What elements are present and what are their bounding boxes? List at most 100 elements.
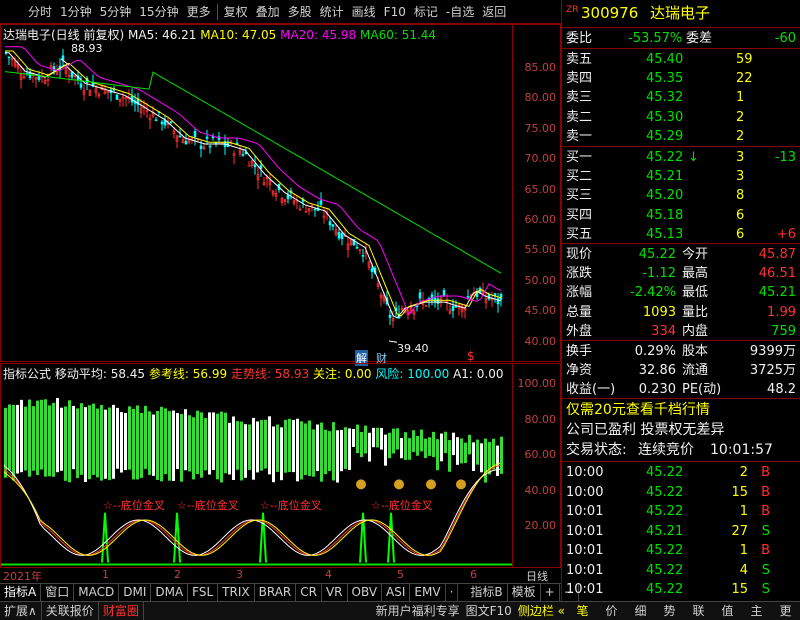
indicator-tab-3[interactable]: DMI — [119, 584, 152, 601]
tick-time: 10:00 — [566, 484, 604, 500]
signal-golden-cross: ☆--底位金叉 — [177, 499, 239, 512]
indicator-tab-4[interactable]: DMA — [151, 584, 189, 601]
toolbar-btn-5[interactable]: 复权 — [220, 3, 252, 20]
side-tab-3[interactable]: 势 — [655, 602, 684, 620]
stat-value: 1.99 — [767, 304, 796, 320]
indicator-tab-0[interactable]: 指标A — [0, 584, 42, 601]
fund-row: 净资 32.86 流通 3725万 — [566, 361, 798, 380]
kline-chart[interactable]: 达瑞电子(日线 前复权) MA5: 46.21 MA10: 47.05 MA20… — [0, 24, 561, 366]
toolbar-btn-4[interactable]: 更多 — [183, 3, 215, 20]
bid-row: 买一 45.22 3 ↓ -13 — [566, 148, 798, 167]
stat-label: 最高 — [682, 266, 709, 282]
side-tab-0[interactable]: 笔 — [568, 602, 597, 620]
bid-price: 45.21 — [646, 169, 684, 185]
tick-price: 45.21 — [646, 523, 684, 539]
bid-row: 买五 45.13 6 +6 — [566, 225, 798, 244]
bid-price: 45.18 — [646, 207, 684, 223]
bid-label: 买三 — [566, 188, 593, 204]
side-tab-6[interactable]: 主 — [742, 602, 771, 620]
toolbar-btn-2[interactable]: 5分钟 — [96, 3, 136, 20]
stat-label: 最低 — [682, 285, 709, 301]
toolbar-btn-9[interactable]: 画线 — [348, 3, 380, 20]
ask-price: 45.32 — [646, 90, 684, 106]
weibi-label: 委比 — [566, 31, 593, 46]
side-tab-1[interactable]: 价 — [597, 602, 626, 620]
tick-row: 10:01 45.22 1 B — [566, 502, 798, 521]
tab-right-0[interactable]: 指标B — [466, 584, 508, 601]
price-tick: 50.00 — [524, 273, 557, 287]
stat-value: -1.12 — [642, 266, 676, 282]
tab-right-1[interactable]: 模板 — [508, 584, 541, 601]
toolbar-btn-3[interactable]: 15分钟 — [135, 3, 182, 20]
tick-price: 45.22 — [646, 504, 684, 519]
stat-value: -2.42% — [630, 285, 676, 301]
ask-volume: 2 — [736, 128, 745, 144]
toolbar-btn-1[interactable]: 1分钟 — [56, 3, 96, 20]
toolbar-btn-11[interactable]: 标记 — [410, 3, 442, 20]
side-tab-2[interactable]: 细 — [626, 602, 655, 620]
ask-volume: 59 — [736, 52, 753, 67]
tick-side: B — [761, 484, 770, 500]
tick-time: 10:01 — [566, 504, 604, 519]
toolbar-btn-12[interactable]: -自选 — [442, 3, 478, 20]
tick-row: 10:01 45.21 27 S — [566, 522, 798, 541]
toolbar-btn-7[interactable]: 多股 — [284, 3, 316, 20]
tick-row: 10:00 45.22 15 B — [566, 483, 798, 502]
indicator-tab-10[interactable]: OBV — [348, 584, 383, 601]
indicator-tab-6[interactable]: TRIX — [218, 584, 255, 601]
stat-value: 1093 — [642, 304, 676, 320]
promo-text[interactable]: 仅需20元查看千档行情 — [566, 401, 710, 420]
tick-row: 10:01 45.22 15 S — [566, 580, 798, 599]
dividend-marker[interactable]: $ — [467, 349, 475, 363]
indicator-tab-8[interactable]: CR — [296, 584, 322, 601]
stat-label: 涨跌 — [566, 266, 593, 282]
indicator-tab-5[interactable]: FSL — [188, 584, 219, 601]
bottom-left-1[interactable]: 关联报价 — [42, 602, 99, 620]
indicator-tick: 60.00 — [524, 448, 557, 461]
indicator-tab-1[interactable]: 窗口 — [41, 584, 75, 601]
bid-volume: 3 — [736, 169, 745, 185]
bottom-left-2[interactable]: 财富圈 — [99, 602, 144, 620]
toolbar-btn-10[interactable]: F10 — [380, 5, 410, 19]
status-time: 10:01:57 — [710, 442, 773, 458]
toolbar-btn-6[interactable]: 叠加 — [252, 3, 284, 20]
tick-volume: 15 — [731, 484, 748, 500]
bottom-left-0[interactable]: 扩展∧ — [0, 602, 42, 620]
bottom-right-0[interactable]: 新用户福利专享 — [373, 602, 463, 620]
tick-volume: 2 — [739, 465, 748, 480]
ask-row: 卖三 45.32 1 — [566, 88, 798, 107]
side-tab-5[interactable]: 值 — [713, 602, 742, 620]
toolbar-btn-13[interactable]: 返回 — [478, 3, 510, 20]
indicator-tab-12[interactable]: EMV — [410, 584, 446, 601]
indicator-tab-9[interactable]: VR — [322, 584, 348, 601]
zr-badge: ZR — [566, 5, 579, 15]
stat-value: 45.87 — [758, 247, 796, 262]
bottom-right-1[interactable]: 图文F10 — [463, 602, 515, 620]
stat-label: 现价 — [566, 247, 593, 262]
toolbar-btn-0[interactable]: 分时 — [0, 3, 56, 20]
bottom-right-2[interactable]: 侧边栏 « — [515, 602, 568, 620]
quote-panel: ZR 300976 达瑞电子 委比 -53.57% 委差 -60 卖五 45.40… — [561, 0, 800, 601]
month-label: 2 — [174, 568, 181, 581]
ask-label: 卖五 — [566, 52, 593, 67]
bid-change: +6 — [776, 226, 796, 242]
promo-row[interactable]: 仅需20元查看千档行情 — [566, 401, 798, 420]
indicator-tab-7[interactable]: BRAR — [255, 584, 297, 601]
price-tick: 75.00 — [524, 121, 557, 135]
side-tab-7[interactable]: 更 — [771, 602, 800, 620]
fund-label: 换手 — [566, 344, 593, 359]
indicator-chart[interactable]: 指标公式 移动平均: 58.45 参考线: 56.99 走势线: 58.93 关… — [0, 363, 561, 568]
indicator-tab-13[interactable]: · — [446, 584, 459, 601]
side-tab-4[interactable]: 联 — [684, 602, 713, 620]
stat-label: 内盘 — [682, 323, 709, 339]
month-label: 6 — [470, 568, 477, 581]
tick-volume: 27 — [731, 523, 748, 539]
tab-right-2[interactable]: + — [541, 584, 560, 601]
bid-volume: 6 — [736, 207, 745, 223]
indicator-tab-11[interactable]: ASI — [382, 584, 411, 601]
month-label: 4 — [325, 568, 332, 581]
bid-price: 45.22 — [646, 150, 684, 165]
tick-volume: 1 — [739, 504, 748, 519]
toolbar-btn-8[interactable]: 统计 — [316, 3, 348, 20]
indicator-tab-2[interactable]: MACD — [74, 584, 120, 601]
